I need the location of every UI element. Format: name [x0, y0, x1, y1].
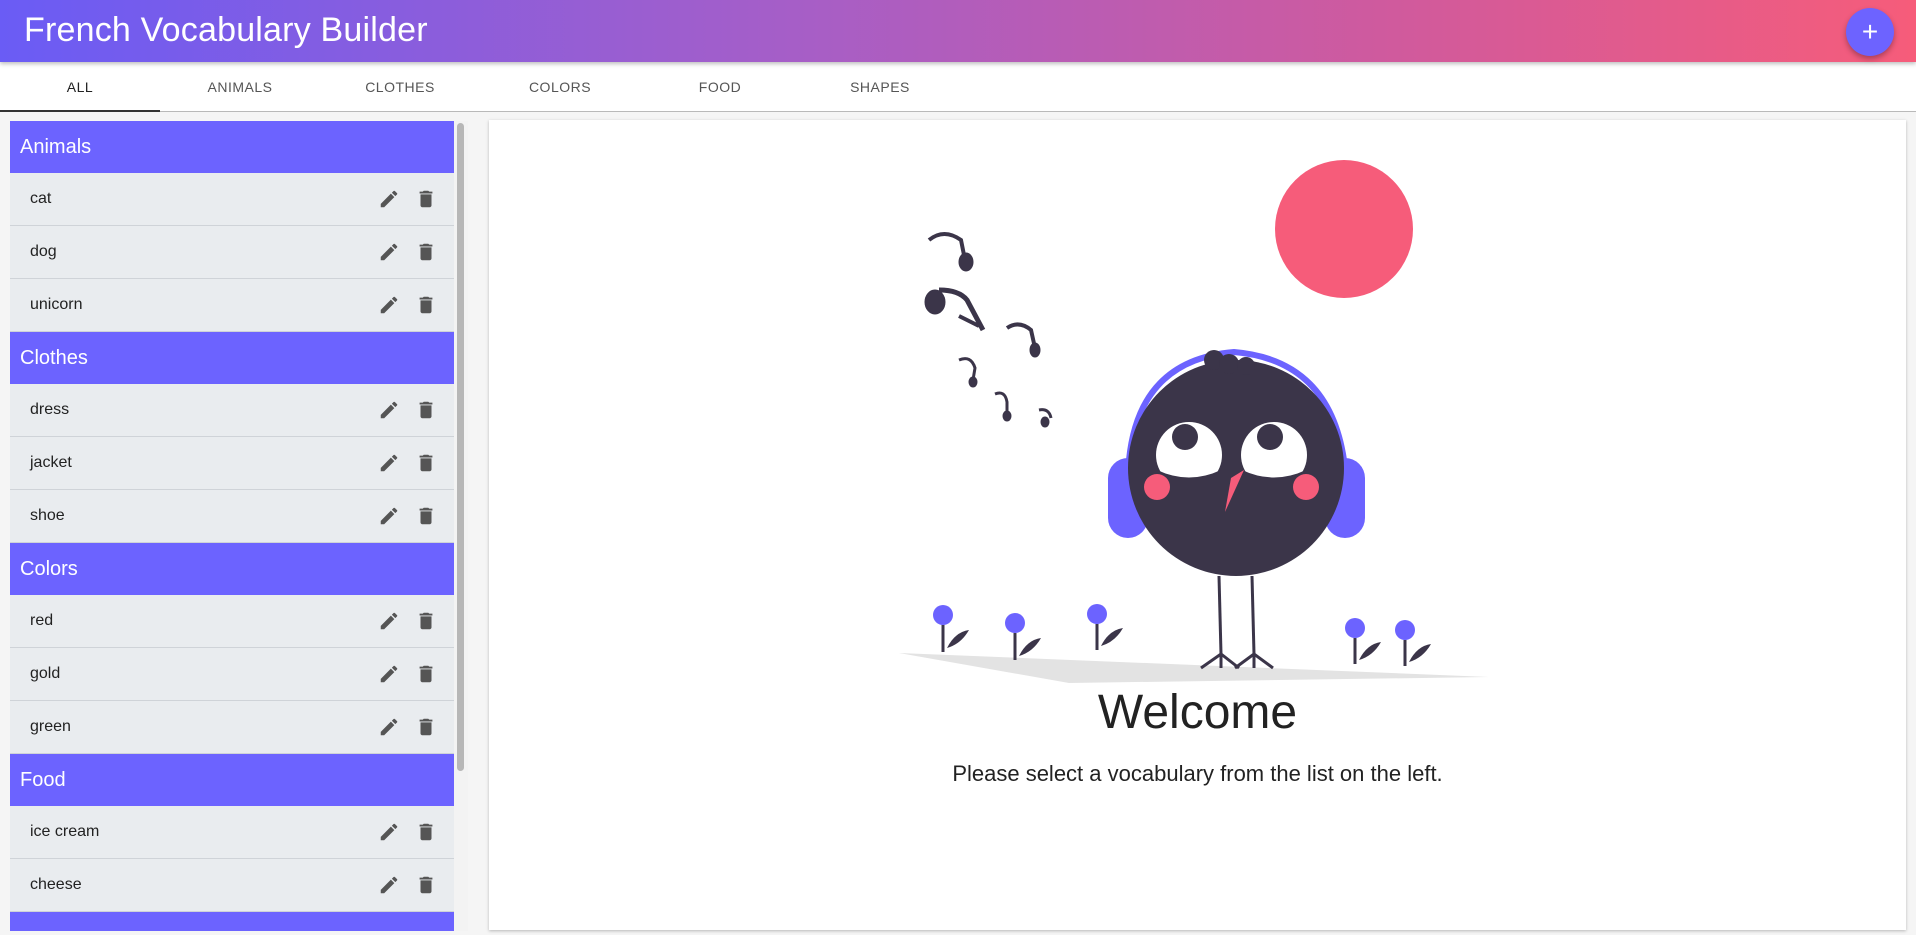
trash-icon[interactable]: [415, 241, 437, 263]
group-header-animals: Animals: [10, 121, 454, 173]
trash-icon[interactable]: [415, 716, 437, 738]
bird-with-headphones-illustration: [899, 160, 1489, 683]
tab-animals[interactable]: ANIMALS: [160, 62, 320, 111]
word-label: dog: [30, 243, 57, 260]
trash-icon[interactable]: [415, 874, 437, 896]
trash-icon[interactable]: [415, 505, 437, 527]
list-item[interactable]: green: [10, 701, 454, 754]
welcome-message: Please select a vocabulary from the list…: [952, 761, 1443, 786]
word-label: unicorn: [30, 296, 83, 313]
list-item[interactable]: cat: [10, 173, 454, 226]
word-label: red: [30, 612, 54, 629]
word-label: shoe: [30, 507, 65, 524]
group-header-clothes: Clothes: [10, 332, 454, 384]
list-item[interactable]: cheese: [10, 859, 454, 912]
category-tabs: ALL ANIMALS CLOTHES COLORS FOOD SHAPES: [0, 62, 1916, 112]
list-item[interactable]: gold: [10, 648, 454, 701]
word-label: jacket: [30, 454, 72, 471]
pencil-icon[interactable]: [378, 874, 400, 896]
add-vocabulary-button[interactable]: +: [1846, 8, 1894, 56]
list-item[interactable]: shoe: [10, 490, 454, 543]
word-label: gold: [30, 665, 61, 682]
pencil-icon[interactable]: [378, 716, 400, 738]
word-label: green: [30, 718, 71, 735]
tab-food[interactable]: FOOD: [640, 62, 800, 111]
ground-shadow: [899, 653, 1489, 683]
trash-icon[interactable]: [415, 821, 437, 843]
trash-icon[interactable]: [415, 610, 437, 632]
list-item[interactable]: red: [10, 595, 454, 648]
tab-shapes[interactable]: SHAPES: [800, 62, 960, 111]
welcome-title: Welcome: [1097, 686, 1298, 739]
word-label: cat: [30, 190, 52, 207]
word-label: dress: [30, 401, 70, 418]
app-bar: French Vocabulary Builder +: [0, 0, 1916, 62]
tab-colors[interactable]: COLORS: [480, 62, 640, 111]
group-header-food: Food: [10, 754, 454, 806]
tab-clothes[interactable]: CLOTHES: [320, 62, 480, 111]
tab-all[interactable]: ALL: [0, 62, 160, 112]
word-label: ice cream: [30, 823, 100, 840]
list-item[interactable]: ice cream: [10, 806, 454, 859]
pencil-icon[interactable]: [378, 241, 400, 263]
trash-icon[interactable]: [415, 399, 437, 421]
word-label: cheese: [30, 876, 82, 893]
pencil-icon[interactable]: [378, 294, 400, 316]
bird-legs: [1200, 575, 1274, 670]
trash-icon[interactable]: [415, 663, 437, 685]
trash-icon[interactable]: [415, 294, 437, 316]
pencil-icon[interactable]: [378, 821, 400, 843]
left-cheek: [1144, 474, 1170, 500]
pencil-icon[interactable]: [378, 399, 400, 421]
app-title: French Vocabulary Builder: [24, 11, 428, 49]
music-notes-icon: [924, 232, 1053, 428]
plus-icon: +: [1861, 16, 1879, 47]
list-item[interactable]: dog: [10, 226, 454, 279]
pencil-icon[interactable]: [378, 663, 400, 685]
pencil-icon[interactable]: [378, 452, 400, 474]
pencil-icon[interactable]: [378, 610, 400, 632]
sidebar-scrollbar-thumb[interactable]: [457, 123, 464, 771]
trash-icon[interactable]: [415, 452, 437, 474]
vocabulary-list: Animals cat dog unicorn Clothes dress ja…: [10, 121, 454, 931]
pencil-icon[interactable]: [378, 505, 400, 527]
list-item[interactable]: jacket: [10, 437, 454, 490]
flowers: [933, 604, 1431, 666]
list-item[interactable]: dress: [10, 384, 454, 437]
pencil-icon[interactable]: [378, 188, 400, 210]
list-item[interactable]: unicorn: [10, 279, 454, 332]
group-header-next: [10, 912, 454, 931]
right-cheek: [1293, 474, 1319, 500]
sun-circle: [1275, 160, 1413, 298]
welcome-panel: Welcome Please select a vocabulary from …: [489, 120, 1906, 930]
sidebar-scrollbar[interactable]: [454, 121, 468, 931]
trash-icon[interactable]: [415, 188, 437, 210]
group-header-colors: Colors: [10, 543, 454, 595]
